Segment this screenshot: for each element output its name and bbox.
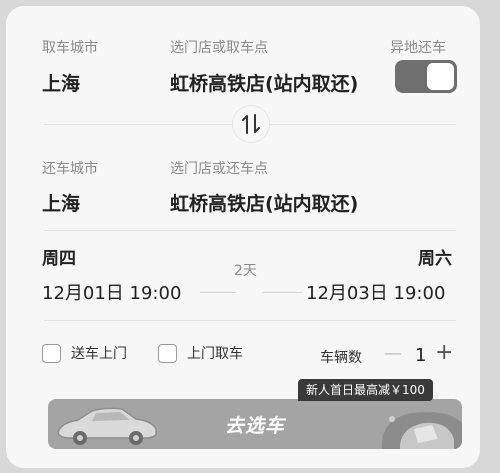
pickup-service-checkbox[interactable] (158, 343, 177, 363)
promo-decoration-icon (381, 412, 462, 449)
swap-button[interactable] (232, 105, 270, 143)
pickup-service-option[interactable]: 上门取车 (158, 343, 243, 363)
pickup-datetime[interactable]: 12月01日 19:00 (42, 279, 181, 305)
car-count-minus-button[interactable]: — (384, 343, 402, 365)
pickup-service-label: 上门取车 (187, 346, 243, 362)
car-count-label: 车辆数 (320, 350, 362, 366)
pickup-store-value[interactable]: 虹桥高铁店(站内取还) (170, 69, 358, 96)
rental-search-card: 取车城市 选门店或取车点 异地还车 上海 虹桥高铁店(站内取还) 还车城市 选门… (6, 6, 480, 468)
return-city-value[interactable]: 上海 (42, 189, 80, 216)
delivery-label: 送车上门 (71, 346, 127, 362)
return-store-label: 选门店或还车点 (170, 161, 268, 177)
divider-left (44, 124, 250, 125)
return-weekday: 周六 (418, 249, 452, 269)
swap-vertical-icon (242, 114, 260, 134)
return-city-label: 还车城市 (42, 161, 98, 177)
pickup-store-label: 选门店或取车点 (170, 40, 268, 56)
delivery-checkbox[interactable] (42, 343, 61, 363)
return-datetime[interactable]: 12月03日 19:00 (306, 279, 445, 305)
toggle-knob (427, 63, 454, 90)
return-store-value[interactable]: 虹桥高铁店(站内取还) (170, 189, 358, 216)
pickup-weekday: 周四 (42, 249, 76, 269)
duration-line-right (262, 292, 302, 293)
pickup-city-value[interactable]: 上海 (42, 69, 80, 96)
select-car-button[interactable]: 去选车 (48, 399, 462, 449)
divider-right (268, 124, 456, 125)
car-count-value: 1 (415, 345, 427, 366)
duration-line-left (200, 292, 236, 293)
promo-badge: 新人首日最高减￥100 (298, 379, 433, 401)
delivery-option[interactable]: 送车上门 (42, 343, 127, 363)
pickup-city-label: 取车城市 (42, 40, 98, 56)
different-return-label: 异地还车 (390, 40, 446, 56)
divider-return (44, 230, 456, 231)
car-count-plus-button[interactable]: + (435, 342, 453, 364)
different-return-toggle[interactable] (395, 60, 457, 93)
rental-duration: 2天 (234, 263, 257, 279)
divider-schedule (44, 320, 456, 321)
